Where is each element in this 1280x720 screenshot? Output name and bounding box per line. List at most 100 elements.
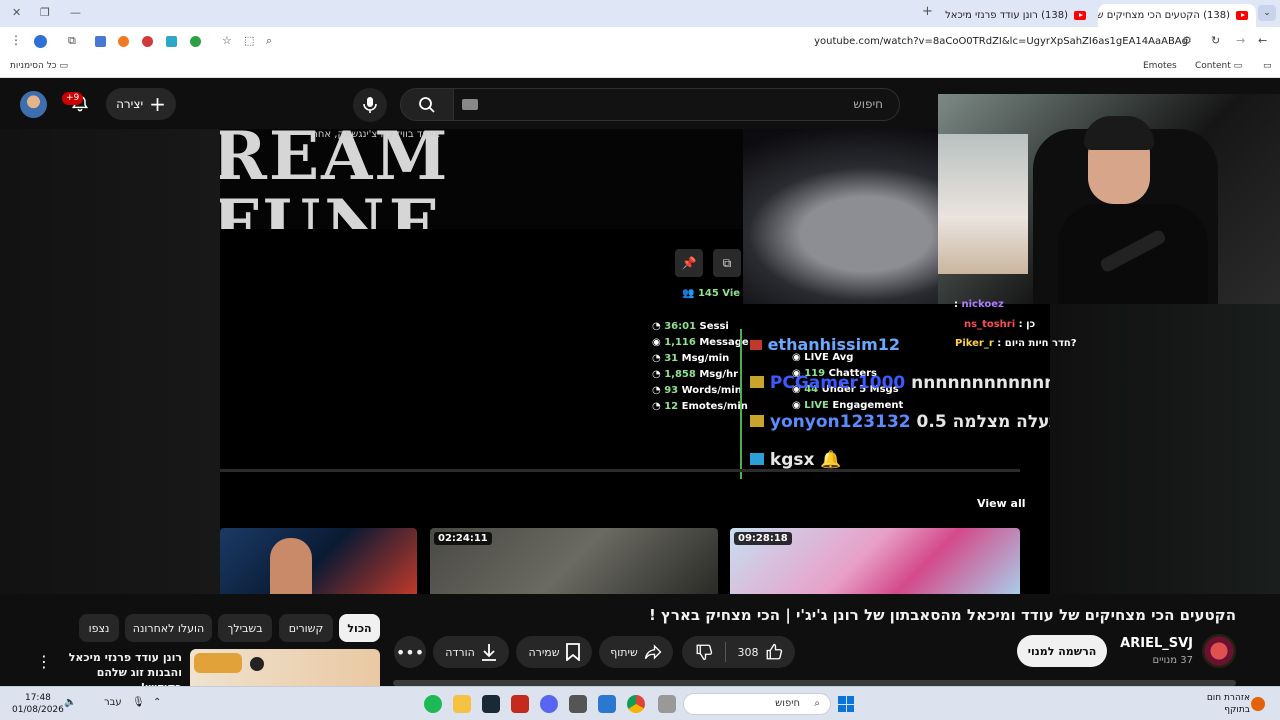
profile-icon[interactable] [34, 35, 47, 48]
app-icon[interactable] [511, 695, 529, 713]
taskbar-clock[interactable]: 17:48 01/08/2026 [12, 692, 64, 716]
chip-related[interactable]: קשורים [279, 614, 333, 642]
weather-alert-icon[interactable] [1251, 697, 1265, 711]
badge-icon [750, 340, 762, 350]
close-window-icon[interactable]: ✕ [12, 6, 21, 19]
browser-tab-1[interactable]: (138) הקטעים הכי מצחיקים ש ✕ [1098, 4, 1256, 27]
more-vertical-icon[interactable]: ⋮ [36, 652, 52, 671]
webcam-background [938, 134, 1028, 274]
like-button[interactable]: 308 [738, 643, 783, 661]
channel-avatar[interactable] [1202, 634, 1236, 668]
video-player[interactable]: REAM FUNE איחוד בוויז עא צ'ינגשאק, אחרי … [220, 129, 1050, 594]
voice-search-button[interactable] [353, 88, 387, 122]
chat-username: yonyon123132 [769, 412, 911, 432]
weather-widget[interactable]: אזהרת חום בתוקף [1207, 692, 1250, 716]
windows-start-icon[interactable] [838, 696, 854, 712]
bookmark-emotes[interactable]: Emotes [1143, 61, 1177, 71]
webcam-person-hair [1084, 116, 1154, 150]
extension-icon[interactable] [190, 36, 201, 47]
store-icon[interactable] [598, 695, 616, 713]
keyboard-icon[interactable] [462, 99, 478, 110]
new-tab-button[interactable]: + [922, 4, 933, 19]
more-actions-button[interactable]: ••• [394, 636, 426, 668]
save-button[interactable]: שמירה [516, 636, 592, 668]
pin-icon: 📌 [675, 249, 703, 277]
steam-icon[interactable] [482, 695, 500, 713]
chat-divider [740, 329, 742, 479]
thumbs-up-icon [766, 643, 782, 660]
stream-title-art: REAM FUNE איחוד בוויז עא צ'ינגשאק, אחרי [220, 129, 745, 229]
create-button[interactable]: + יצירה [106, 88, 176, 120]
minimize-window-icon[interactable]: — [70, 6, 81, 19]
site-settings-icon[interactable]: ⚙ [1182, 34, 1192, 47]
video-thumbnail: 09:28:18 [730, 528, 1020, 594]
thumbnail-logo [194, 653, 242, 673]
chrome-icon[interactable] [627, 695, 645, 713]
screenshot-icon[interactable]: ⬚ [244, 34, 254, 47]
app-icon[interactable] [569, 695, 587, 713]
extension-icon[interactable] [95, 36, 106, 47]
forward-icon[interactable]: → [1236, 34, 1245, 47]
chat-text: תעלה מצלמה 0.5 [916, 412, 1050, 432]
tab-search-icon[interactable]: ⌄ [1258, 5, 1276, 21]
discord-icon[interactable] [540, 695, 558, 713]
webcam-overlay [938, 94, 1280, 304]
search-button[interactable] [400, 88, 454, 121]
language-indicator[interactable]: עבר [104, 697, 122, 708]
bookmark-icon [565, 643, 580, 661]
search-icon: ⌕ [814, 698, 820, 709]
zoom-icon[interactable]: ⌕ [266, 34, 272, 48]
like-dislike-group: 308 [682, 636, 795, 668]
thumbnail-duration: 02:24:11 [434, 532, 492, 545]
side-chat-line: nickoez : [954, 299, 1004, 310]
file-explorer-icon[interactable] [453, 695, 471, 713]
download-button[interactable]: הורדה [433, 636, 509, 668]
reload-icon[interactable]: ↻ [1211, 34, 1220, 47]
address-bar-row: ⋮ ⧉ youtube.com/watch?v=8aCoO0TRdZI&lc=U… [0, 27, 1280, 56]
extension-icon[interactable] [118, 36, 129, 47]
search-box: חיפוש [400, 88, 900, 121]
chat-stats-panel: ◔ 36:01 Sessi ◉ 1,116 Message ◔ 31 Msg/m… [652, 319, 749, 415]
microphone-tray-icon[interactable]: 🎙 [132, 697, 145, 708]
extensions-icon[interactable]: ⧉ [68, 34, 76, 48]
tray-chevron-icon[interactable]: ⌃ [153, 697, 161, 708]
menu-kebab-icon[interactable]: ⋮ [10, 33, 22, 47]
viewer-count-text: 145 Vie [697, 288, 741, 299]
thumbs-down-icon[interactable] [695, 643, 713, 661]
bookmark-folder-icon[interactable]: ▭ [1263, 61, 1272, 71]
url-field[interactable]: youtube.com/watch?v=8aCoO0TRdZI&lc=UgyrX… [216, 30, 1200, 53]
account-avatar[interactable] [20, 91, 47, 118]
app-icon[interactable] [658, 695, 676, 713]
recommended-video-thumbnail[interactable] [190, 649, 380, 686]
back-icon[interactable]: ← [1258, 34, 1267, 47]
chip-all[interactable]: הכול [339, 614, 380, 642]
browser-tab-2[interactable]: (138) רונן עודד פרנזי מיכאל והב ✕ [944, 4, 1094, 27]
stat-row: ◉ 1,116 Message [652, 337, 749, 348]
subscribe-button[interactable]: הרשמה למנוי [1017, 635, 1107, 667]
chat-text: nnnnnnnnnnnnnn [911, 373, 1050, 393]
bookmark-star-icon[interactable]: ☆ [222, 34, 232, 47]
restore-window-icon[interactable]: ❐ [40, 6, 50, 19]
chat-message: kgsx 🔔 [750, 450, 842, 470]
chat-message: yonyon123132 תעלה מצלמה 0.5 [750, 412, 1050, 432]
taskbar-search[interactable]: חיפוש ⌕ [683, 693, 831, 715]
share-button[interactable]: שיתוף [599, 636, 673, 668]
all-bookmarks-link[interactable]: כל הסימניות ▭ [10, 61, 68, 71]
browser-tabstrip: ✕ ❐ — + (138) רונן עודד פרנזי מיכאל והב … [0, 0, 1280, 27]
stat-row: ◔ 12 Emotes/min [652, 401, 748, 412]
chip-recently-uploaded[interactable]: הועלו לאחרונה [125, 614, 212, 642]
extension-icon[interactable] [166, 36, 177, 47]
thumbnail-face [270, 538, 312, 594]
video-thumbnail [220, 528, 417, 594]
channel-name[interactable]: ARIEL_SVJ [1120, 636, 1193, 651]
search-input[interactable]: חיפוש [454, 88, 900, 121]
chip-watched[interactable]: נצפו [79, 614, 119, 642]
volume-icon[interactable]: 🔈 [64, 697, 76, 708]
spotify-icon[interactable] [424, 695, 442, 713]
extension-icon[interactable] [142, 36, 153, 47]
url-text: youtube.com/watch?v=8aCoO0TRdZI&lc=UgyrX… [814, 36, 1188, 47]
side-chat-line: ?חדר חיות היום : Piker_r [955, 338, 1077, 349]
chip-for-you[interactable]: בשבילך [218, 614, 272, 642]
youtube-favicon-icon [1074, 11, 1086, 20]
bookmark-content[interactable]: Content ▭ [1195, 61, 1242, 71]
